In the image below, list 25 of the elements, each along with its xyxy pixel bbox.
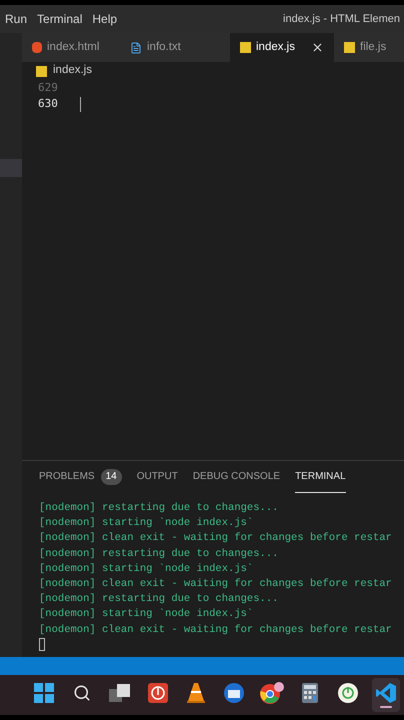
panel-tab[interactable]: DEBUG CONSOLE xyxy=(192,461,280,493)
menu-item[interactable]: Help xyxy=(87,10,122,28)
terminal-line: [nodemon] starting `node index.js` xyxy=(39,607,254,622)
editor-tab[interactable]: info.txt xyxy=(120,33,230,62)
line-number: 630 xyxy=(37,96,59,112)
editor-tab[interactable]: index.html xyxy=(22,33,120,62)
editor-tab[interactable]: file.js xyxy=(334,33,404,62)
terminal-line: [nodemon] restarting due to changes... xyxy=(39,592,280,608)
panel-tab[interactable]: TERMINAL xyxy=(295,461,346,493)
window-title: index.js - HTML Elemen xyxy=(283,12,400,27)
terminal-line: [nodemon] clean exit - waiting for changes before restar xyxy=(39,577,393,592)
terminal-line: [nodemon] clean exit - waiting for changes before restar xyxy=(39,531,393,546)
breadcrumb-item[interactable]: index.js xyxy=(53,62,92,80)
terminal-line: [nodemon] clean exit - waiting for changes before restar xyxy=(39,622,393,638)
menu-item[interactable]: Run xyxy=(0,10,32,28)
terminal-line: [nodemon] starting `node index.js` xyxy=(39,562,254,577)
terminal-line: [nodemon] starting `node index.js` xyxy=(39,516,254,532)
terminal-line: [nodemon] restarting due to changes... xyxy=(39,501,280,516)
line-number: 629 xyxy=(37,80,59,96)
panel-tab[interactable]: OUTPUT xyxy=(136,461,178,493)
panel-tab[interactable]: PROBLEMS 14 xyxy=(39,461,122,493)
problems-count: 14 xyxy=(100,468,122,484)
terminal-line: [nodemon] restarting due to changes... xyxy=(39,546,280,562)
menu-item[interactable]: Terminal xyxy=(32,10,88,28)
editor-tab[interactable]: index.js xyxy=(230,33,334,62)
